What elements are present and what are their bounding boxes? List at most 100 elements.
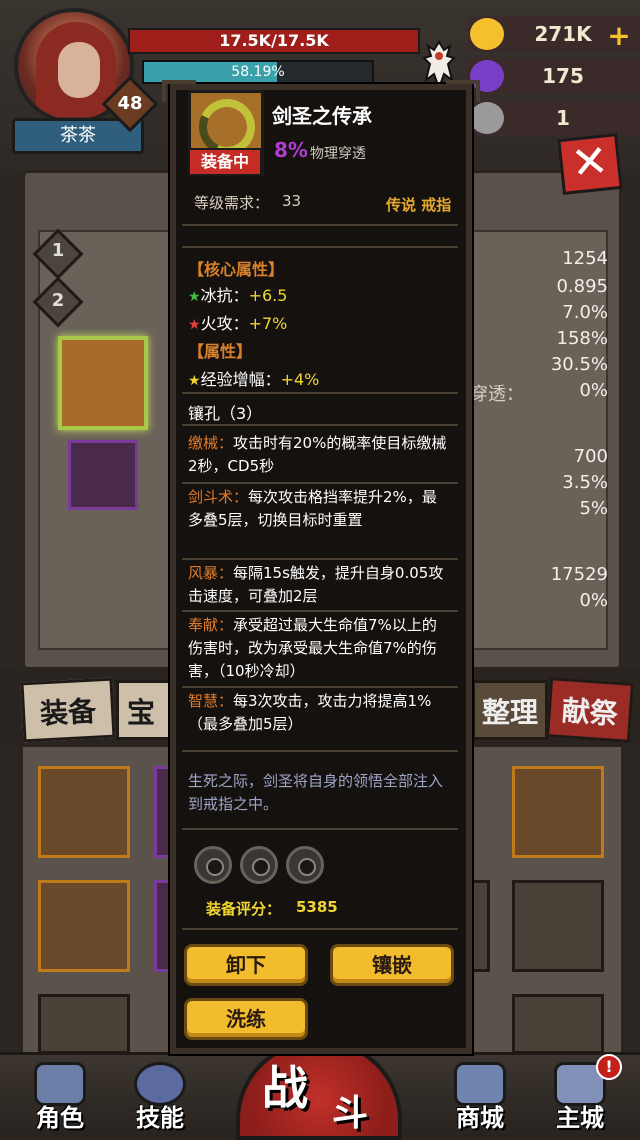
attr-value: +7% bbox=[248, 314, 288, 333]
attr-value: +4% bbox=[280, 370, 320, 389]
skill-name: 风暴： bbox=[188, 564, 234, 582]
skill-entry: 剑斗术：每次攻击格挡率提升2%，最多叠5层，切换目标时重置 bbox=[188, 486, 450, 532]
stat-value: 0.895 bbox=[556, 276, 608, 297]
nav-skill-label: 技能 bbox=[136, 1104, 184, 1132]
divider bbox=[182, 686, 458, 688]
inlay-button[interactable]: 镶嵌 bbox=[330, 944, 454, 986]
divider bbox=[182, 750, 458, 752]
score-label: 装备评分： bbox=[206, 900, 282, 918]
gem-value: 175 bbox=[542, 64, 584, 88]
stat-value: 158% bbox=[556, 328, 608, 349]
sort-button[interactable]: 整理 bbox=[472, 680, 548, 740]
reforge-button[interactable]: 洗练 bbox=[184, 998, 308, 1040]
gold-coin-icon bbox=[470, 18, 504, 50]
skill-entry: 奉献：承受超过最大生命值7%以上的伤害时，改为承受最大生命值7%的伤害，（10秒… bbox=[188, 614, 450, 683]
attr-line: ★经验增幅：+4% bbox=[188, 366, 319, 390]
nav-city-label: 主城 bbox=[556, 1104, 604, 1132]
divider bbox=[182, 392, 458, 394]
page-1-label: 1 bbox=[51, 240, 65, 261]
core-attr-line: ★冰抗：+6.5 bbox=[188, 282, 287, 306]
socket-title: 镶孔（3） bbox=[188, 404, 263, 423]
main-stat-value: 8% bbox=[274, 138, 308, 162]
inventory-slot[interactable] bbox=[512, 766, 604, 858]
nav-role[interactable]: 角色 bbox=[14, 1062, 106, 1132]
attrs-title: 【属性】 bbox=[188, 342, 253, 361]
hp-bar: 17.5K/17.5K bbox=[128, 28, 420, 54]
divider bbox=[182, 558, 458, 560]
frame-corner bbox=[446, 80, 480, 102]
skill-name: 智慧： bbox=[188, 692, 234, 710]
inventory-slot[interactable] bbox=[512, 880, 604, 972]
nav-role-label: 角色 bbox=[36, 1104, 84, 1132]
inventory-slot[interactable] bbox=[38, 994, 130, 1054]
inventory-slot[interactable] bbox=[38, 766, 130, 858]
socket-gem-icon[interactable] bbox=[194, 846, 232, 884]
unequip-button[interactable]: 卸下 bbox=[184, 944, 308, 986]
stat-value: 700 bbox=[573, 446, 608, 467]
skill-entry: 智慧：每3次攻击，攻击力将提高1%（最多叠加5层） bbox=[188, 690, 450, 736]
attr-name: 冰抗： bbox=[200, 286, 249, 305]
divider bbox=[182, 610, 458, 612]
stat-value: 1254 bbox=[562, 248, 608, 269]
star-icon: ★ bbox=[188, 317, 201, 333]
key-value: 1 bbox=[556, 106, 570, 130]
close-button[interactable]: ✕ bbox=[557, 133, 623, 195]
divider bbox=[182, 828, 458, 830]
inventory-slot[interactable] bbox=[512, 994, 604, 1054]
nav-skill[interactable]: 技能 bbox=[114, 1062, 206, 1132]
stat-value: 30.5% bbox=[550, 354, 608, 375]
tab-equip[interactable]: 装备 bbox=[20, 677, 116, 743]
stat-value: 7.0% bbox=[562, 302, 608, 323]
attr-name: 经验增幅： bbox=[200, 370, 281, 389]
level-req-label: 等级需求： bbox=[194, 194, 270, 212]
socket-gem-icon[interactable] bbox=[240, 846, 278, 884]
item-rarity: 传说 戒指 bbox=[386, 196, 452, 214]
score-value: 5385 bbox=[296, 898, 338, 916]
gem-counter: 175 bbox=[468, 58, 640, 94]
divider bbox=[182, 224, 458, 226]
gold-value: 271K bbox=[534, 22, 592, 46]
nav-shop-label: 商城 bbox=[456, 1104, 504, 1132]
star-icon: ★ bbox=[188, 289, 201, 305]
stat-value: 5% bbox=[579, 498, 608, 519]
tab-treasure[interactable]: 宝石 bbox=[116, 680, 176, 740]
divider bbox=[182, 246, 458, 248]
skill-name: 剑斗术： bbox=[188, 488, 249, 506]
skill-name: 奉献： bbox=[188, 616, 234, 634]
equipped-tag: 装备中 bbox=[188, 148, 262, 176]
add-gold-button[interactable]: + bbox=[604, 22, 634, 52]
main-stat-label: 物理穿透 bbox=[310, 146, 366, 162]
sacrifice-button[interactable]: 献祭 bbox=[546, 677, 634, 743]
inventory-slot[interactable] bbox=[470, 880, 490, 972]
star-icon: ★ bbox=[188, 373, 201, 389]
core-attrs-title: 【核心属性】 bbox=[188, 260, 285, 279]
stat-value: 0% bbox=[579, 380, 608, 401]
socket-gem-icon[interactable] bbox=[286, 846, 324, 884]
xp-text: 58.19% bbox=[231, 64, 285, 80]
player-level: 48 bbox=[117, 93, 143, 114]
divider bbox=[182, 482, 458, 484]
skill-name: 缴械： bbox=[188, 434, 234, 452]
divider bbox=[182, 928, 458, 930]
item-name: 剑圣之传承 bbox=[272, 104, 372, 128]
stat-value: 3.5% bbox=[562, 472, 608, 493]
stat-value: 0% bbox=[579, 590, 608, 611]
skill-entry: 缴械：攻击时有20%的概率使目标缴械2秒，CD5秒 bbox=[188, 432, 450, 478]
equipped-spear-slot[interactable] bbox=[68, 440, 138, 510]
battle-label-2: 斗 bbox=[332, 1093, 369, 1134]
level-req-value: 33 bbox=[282, 192, 302, 210]
attr-value: +6.5 bbox=[248, 286, 288, 305]
equipped-ring-slot[interactable] bbox=[58, 336, 148, 430]
flavor-text: 生死之际，剑圣将自身的领悟全部注入到戒指之中。 bbox=[188, 772, 444, 813]
inventory-slot[interactable] bbox=[38, 880, 130, 972]
divider bbox=[182, 424, 458, 426]
page-2-label: 2 bbox=[51, 290, 65, 311]
skull-key-icon bbox=[470, 102, 504, 134]
avatar-face bbox=[58, 42, 100, 98]
nav-shop[interactable]: 商城 bbox=[434, 1062, 526, 1132]
stat-value: 17529 bbox=[550, 564, 608, 585]
skill-entry: 风暴：每隔15s触发，提升自身0.05攻击速度，可叠加2层 bbox=[188, 562, 450, 608]
key-counter: 1 bbox=[468, 100, 640, 136]
notification-badge: ! bbox=[596, 1054, 622, 1080]
core-attr-line: ★火攻：+7% bbox=[188, 310, 287, 334]
